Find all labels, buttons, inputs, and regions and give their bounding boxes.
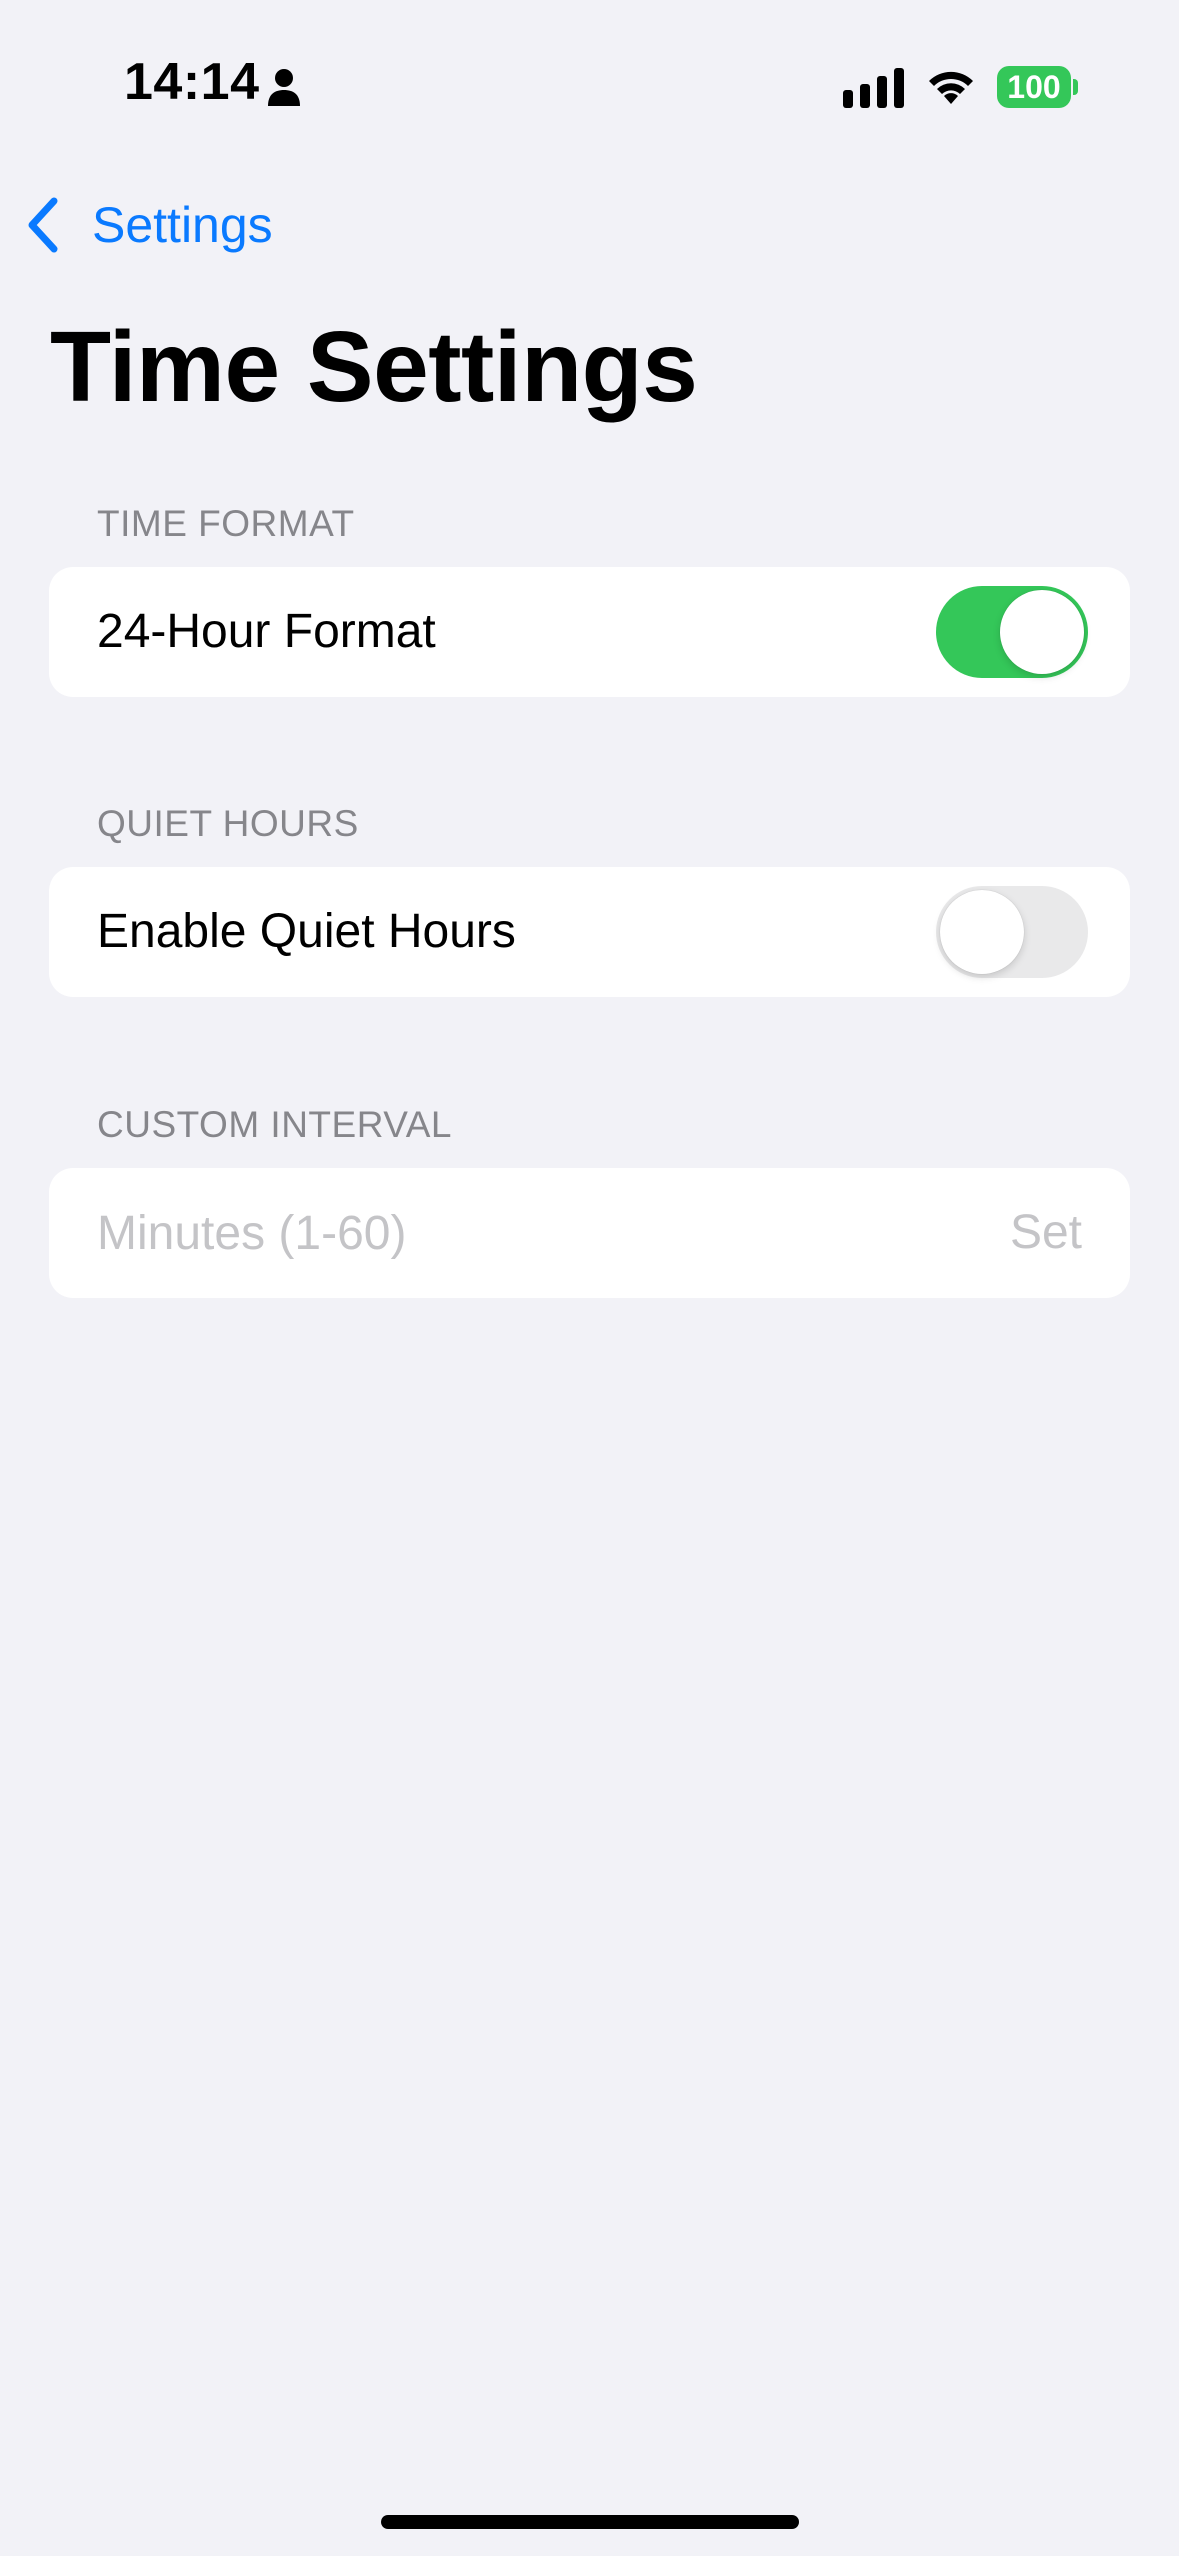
chevron-left-icon [28,197,58,253]
minutes-input[interactable] [97,1168,897,1298]
cellular-signal-icon [843,68,904,108]
status-time: 14:14 [124,53,260,111]
section-header-quiet-hours: QUIET HOURS [97,803,359,844]
section-header-custom-interval: CUSTOM INTERVAL [97,1104,452,1145]
set-button[interactable]: Set [1010,1168,1082,1298]
toggle-knob [1000,590,1084,674]
person-icon [268,69,300,106]
battery-cap [1073,79,1078,95]
quiet-hours-card: Enable Quiet Hours [49,867,1130,997]
home-indicator[interactable] [381,2515,799,2529]
time-format-card: 24-Hour Format [49,567,1130,697]
battery-level: 100 [997,66,1071,108]
quiet-hours-toggle[interactable] [936,886,1088,978]
back-button[interactable]: Settings [24,190,273,260]
24-hour-format-toggle[interactable] [936,586,1088,678]
custom-interval-card: Set [49,1168,1130,1298]
wifi-icon [929,71,973,104]
battery-icon: 100 [997,66,1078,108]
section-header-time-format: TIME FORMAT [97,503,355,544]
status-bar: 14:14 100 [0,0,1179,170]
page-title: Time Settings [50,311,698,423]
row-label-24-hour-format: 24-Hour Format [97,605,436,658]
back-button-label: Settings [92,197,273,253]
toggle-knob [940,890,1024,974]
row-label-enable-quiet-hours: Enable Quiet Hours [97,905,516,958]
